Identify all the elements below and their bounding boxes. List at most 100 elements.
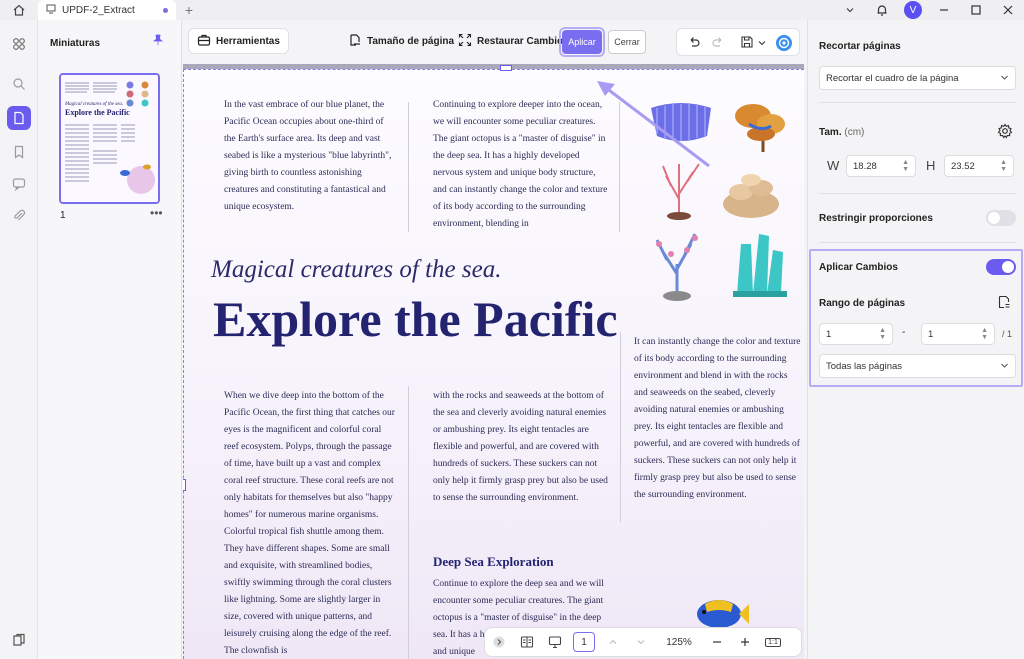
crop-toolbar: Herramientas Tamaño de página Restaurar … [183,20,806,62]
divider [819,102,1016,103]
arrow-annotation [597,81,710,168]
crop-mode-select[interactable]: Recortar el cuadro de la página [819,66,1016,90]
edit-actions-group [676,28,800,56]
page-thumbnail[interactable]: Magical creatures of the sea. Explore th… [59,73,160,204]
chevron-right-icon[interactable] [485,636,513,648]
home-icon[interactable] [0,0,38,20]
toggle-knob [1002,261,1014,273]
chevron-down-icon[interactable] [834,0,866,20]
expand-icon [458,33,472,50]
crop-box-top-edge[interactable] [183,69,804,70]
close-window-icon[interactable] [992,0,1024,20]
height-stepper[interactable]: ▲ ▼ [1000,159,1007,173]
column-divider [620,332,621,522]
avatar[interactable]: V [904,1,922,19]
redo-icon[interactable] [711,35,725,52]
chevron-down-icon [1000,361,1009,372]
column-divider [408,386,409,659]
restore-changes-button[interactable]: Restaurar Cambios [450,28,577,54]
size-label: Tam. [819,127,842,138]
new-tab-button[interactable]: + [176,2,202,18]
divider [819,193,1016,194]
comment-icon[interactable] [7,172,31,196]
subtitle: Magical creatures of the sea. [211,256,502,283]
chevron-down-icon[interactable] [627,637,655,647]
size-unit: (cm) [844,127,865,138]
maximize-icon[interactable] [960,0,992,20]
restore-changes-label: Restaurar Cambios [477,35,569,47]
range-from-input[interactable]: 1 ▲ ▼ [819,323,893,345]
thumbnail-page-number: 1 [60,210,66,221]
present-icon[interactable] [541,635,569,649]
grid-icon[interactable] [7,32,31,56]
tools-button[interactable]: Herramientas [188,28,289,54]
reading-mode-icon[interactable] [513,635,541,649]
constrain-proportions-toggle[interactable] [986,210,1016,226]
width-input[interactable]: 18.28 ▲ ▼ [846,155,916,177]
actual-size-button[interactable]: 1:1 [759,637,787,647]
page-title: Explore the Pacific [213,291,618,347]
page-size-label: Tamaño de página [367,35,455,47]
toggle-knob [988,212,1000,224]
apply-changes-toggle[interactable] [986,259,1016,275]
page-size-button[interactable]: Tamaño de página [340,28,462,54]
thumbnails-panel: Miniaturas Magical creatures of the sea.… [38,20,182,659]
more-options-button[interactable]: ••• [150,206,163,220]
height-label: H [926,158,936,173]
chevron-down-icon[interactable] [758,38,766,50]
attachment-icon[interactable] [7,204,31,228]
page-range-select[interactable]: Todas las páginas [819,354,1016,378]
divider [819,242,1016,243]
bookmark-icon[interactable] [7,140,31,164]
range-from-stepper[interactable]: ▲ ▼ [879,327,886,341]
apply-button[interactable]: Aplicar [562,30,602,54]
height-value: 23.52 [951,160,975,172]
text-column-tentacles: with the rocks and seaweeds at the botto… [433,391,608,503]
document-icon [46,4,56,17]
save-icon[interactable] [740,35,754,52]
page-size-icon [348,33,362,50]
column-divider [408,102,409,232]
minimize-icon[interactable] [928,0,960,20]
range-to-stepper[interactable]: ▲ ▼ [981,327,988,341]
crop-box-left-edge[interactable] [183,69,184,659]
undo-icon[interactable] [687,35,701,52]
text-column-octopus: Continuing to explore deeper into the oc… [433,100,608,229]
current-page-input[interactable]: 1 [573,632,595,652]
pin-icon[interactable] [152,34,164,49]
page-edit-icon[interactable] [7,106,31,130]
page-range-icon[interactable] [997,295,1011,312]
zoom-out-icon[interactable] [703,636,731,648]
ai-assistant-icon[interactable] [775,34,793,55]
close-button[interactable]: Cerrar [608,30,646,54]
range-from-value: 1 [826,328,832,340]
width-value: 18.28 [853,160,877,172]
page-navigation-bar: 1 125% 1:1 [484,627,802,657]
layers-icon[interactable] [7,628,31,652]
zoom-in-icon[interactable] [731,636,759,648]
bell-icon[interactable] [866,0,898,20]
settings-icon[interactable] [997,123,1013,142]
document-page[interactable]: In the vast embrace of our blue planet, … [183,64,804,659]
section-heading: Deep Sea Exploration [433,554,554,569]
svg-text:Explore the Pacific: Explore the Pacific [65,108,130,117]
document-tab[interactable]: UPDF-2_Extract [38,0,176,20]
crop-pages-heading: Recortar páginas [819,41,901,52]
text-column-coral: When we dive deep into the bottom of the… [224,391,395,656]
crop-handle-left[interactable] [183,479,186,491]
crop-handle-top[interactable] [500,65,512,71]
chevron-down-icon [1000,73,1009,84]
range-to-input[interactable]: 1 ▲ ▼ [921,323,995,345]
text-column-intro: In the vast embrace of our blue planet, … [224,100,392,212]
apply-changes-label: Aplicar Cambios [819,262,898,273]
zoom-level[interactable]: 125% [655,637,703,648]
toolbox-icon [197,33,211,50]
coral-pink-blue [655,233,698,301]
constrain-proportions-label: Restringir proporciones [819,213,933,224]
unsaved-dot [163,7,168,13]
chevron-up-icon[interactable] [599,637,627,647]
width-stepper[interactable]: ▲ ▼ [902,159,909,173]
range-separator: - [902,327,906,338]
search-icon[interactable] [7,72,31,96]
height-input[interactable]: 23.52 ▲ ▼ [944,155,1014,177]
